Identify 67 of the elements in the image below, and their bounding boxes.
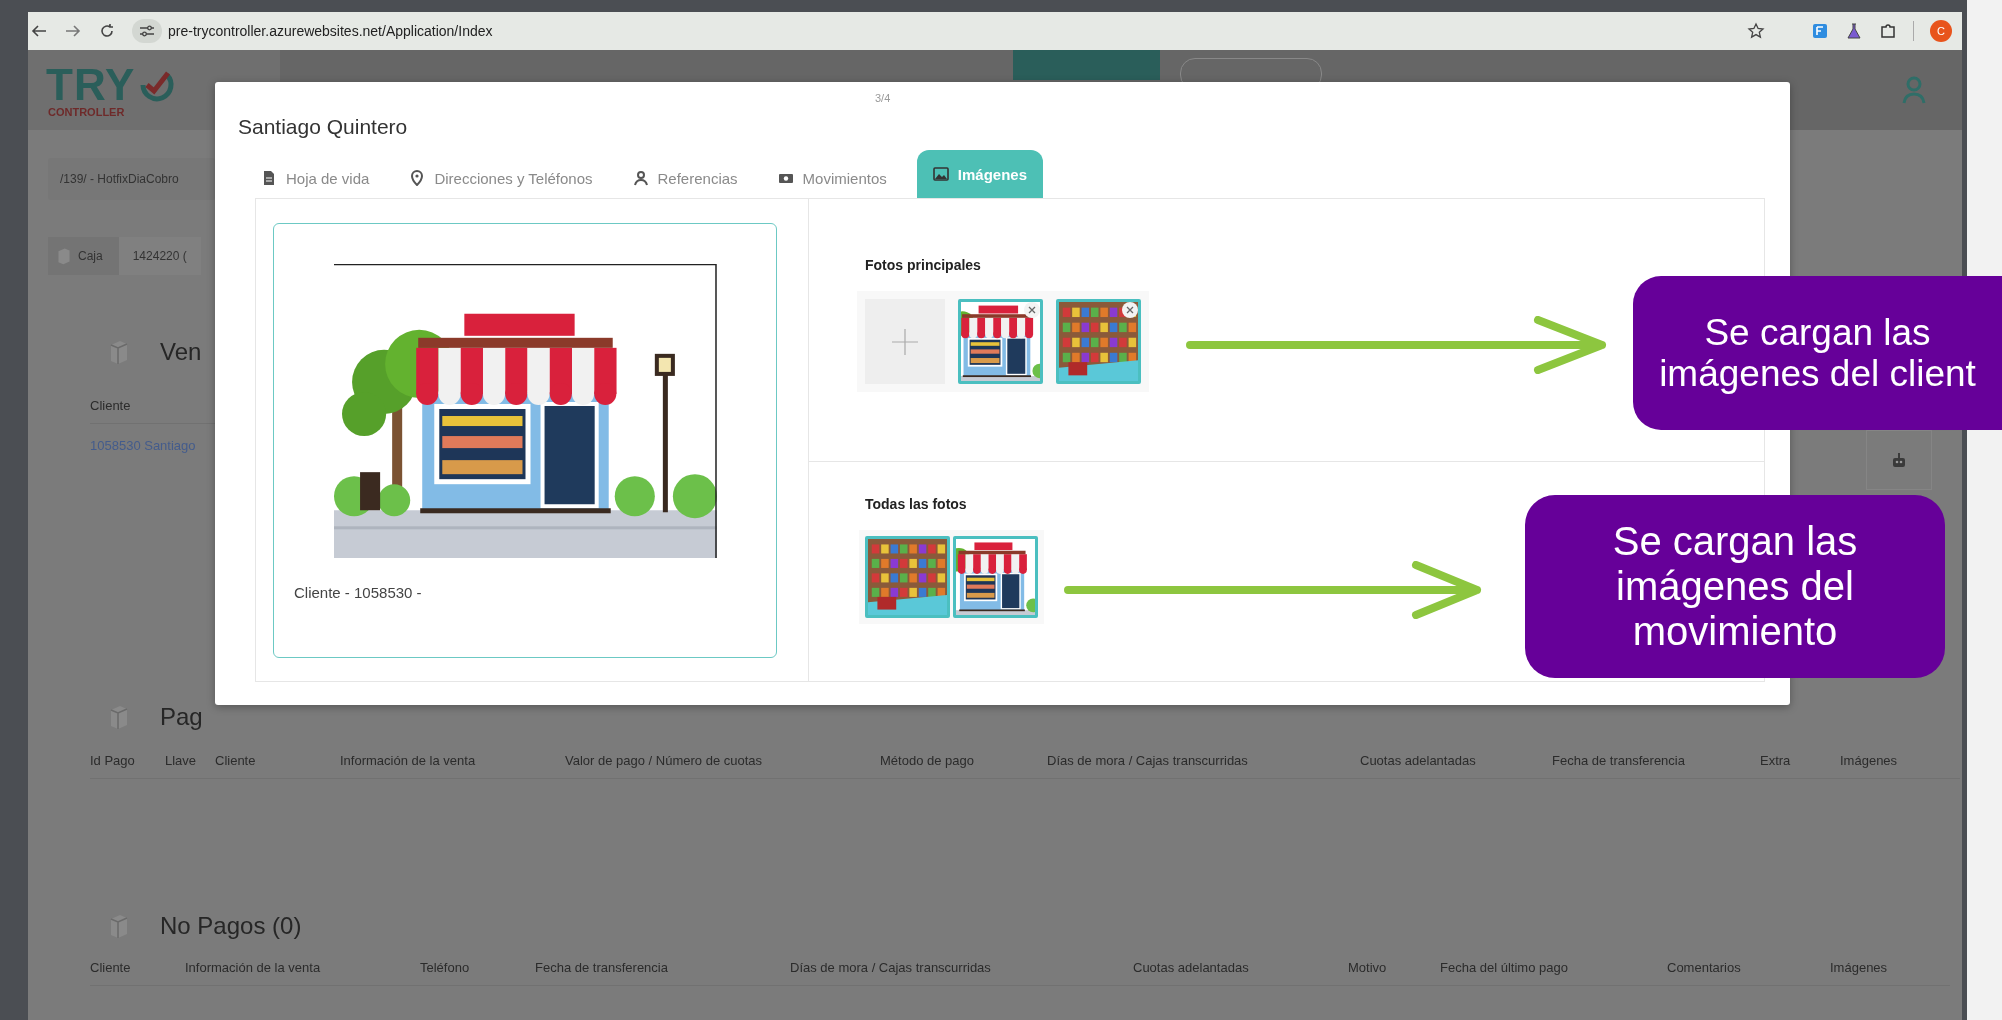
column-header: Extra bbox=[1760, 753, 1792, 768]
sliders-icon bbox=[139, 25, 155, 37]
robot-icon bbox=[1890, 451, 1908, 469]
section-title: No Pagos (0) bbox=[160, 912, 302, 940]
shelves-thumbnail[interactable] bbox=[865, 536, 950, 618]
box-value: 1424220 ( bbox=[118, 237, 201, 275]
section-label: Fotos principales bbox=[865, 257, 981, 273]
column-header: Cliente bbox=[90, 960, 132, 975]
close-icon[interactable] bbox=[1024, 302, 1040, 318]
column-header: Cuotas adelantadas bbox=[1360, 753, 1477, 768]
puzzle-icon[interactable] bbox=[1879, 22, 1897, 40]
extension-icon[interactable] bbox=[1811, 22, 1829, 40]
column-header: Días de mora / Cajas transcurridas bbox=[790, 960, 992, 975]
logo-wordmark: TRY bbox=[46, 62, 136, 107]
stack-icon bbox=[108, 339, 130, 365]
column-header: Valor de pago / Número de cuotas bbox=[565, 753, 764, 768]
image-caption: Cliente - 1058530 - bbox=[294, 584, 423, 601]
page-counter: 3/4 bbox=[875, 92, 891, 104]
logo-subtitle: CONTROLLER bbox=[48, 106, 126, 118]
stack-icon bbox=[108, 913, 130, 939]
column-header: Cliente bbox=[215, 753, 257, 768]
column-header: Fecha de transferencia bbox=[1552, 753, 1686, 768]
flask-icon[interactable] bbox=[1845, 22, 1863, 40]
tab[interactable]: Movimientos bbox=[767, 158, 897, 198]
document-icon bbox=[261, 170, 277, 186]
storefront-thumbnail[interactable] bbox=[953, 536, 1038, 618]
site-settings-button[interactable] bbox=[132, 19, 162, 43]
column-header: Cliente bbox=[90, 398, 132, 413]
plus-icon bbox=[890, 326, 920, 357]
column-header: Días de mora / Cajas transcurridas bbox=[1047, 753, 1249, 768]
robot-button[interactable] bbox=[1866, 430, 1932, 490]
address-bar[interactable]: pre-trycontroller.azurewebsites.net/Application/Index bbox=[168, 23, 493, 39]
section-title: Pag bbox=[160, 703, 203, 731]
column-header: Id Pago bbox=[90, 753, 136, 768]
dialog-title: Santiago Quintero bbox=[238, 115, 408, 140]
tab[interactable]: Imágenes bbox=[916, 150, 1043, 198]
column-header: Imágenes bbox=[1840, 753, 1899, 768]
breadcrumb: /139/ - HotfixDiaCobro bbox=[48, 158, 215, 200]
section-label: Todas las fotos bbox=[865, 496, 967, 512]
box-label-text: Caja bbox=[78, 249, 103, 263]
column-header: Cuotas adelantadas bbox=[1133, 960, 1250, 975]
tab[interactable]: Hoja de vida bbox=[251, 158, 380, 198]
tab[interactable]: Direcciones y Teléfonos bbox=[399, 158, 603, 198]
close-icon[interactable] bbox=[1122, 302, 1138, 318]
column-header: Información de la venta bbox=[340, 753, 477, 768]
star-icon[interactable] bbox=[1747, 22, 1765, 40]
image-icon bbox=[932, 166, 949, 182]
column-header: Motivo bbox=[1348, 960, 1388, 975]
profile-avatar[interactable]: C bbox=[1930, 20, 1952, 42]
reload-icon[interactable] bbox=[98, 22, 116, 40]
tab[interactable]: Referencias bbox=[622, 158, 748, 198]
column-header: Método de pago bbox=[880, 753, 975, 768]
section-title: Ven bbox=[160, 338, 202, 366]
column-header: Comentarios bbox=[1667, 960, 1742, 975]
storefront-thumbnail[interactable] bbox=[958, 299, 1043, 384]
callout: Se cargan las imágenes del movimiento bbox=[1525, 495, 1945, 678]
person-icon bbox=[632, 170, 649, 186]
callout: Se cargan las imágenes del client bbox=[1633, 276, 2002, 430]
column-header: Teléfono bbox=[420, 960, 471, 975]
column-header: Llave bbox=[165, 753, 198, 768]
stack-icon bbox=[108, 704, 130, 730]
column-header: Fecha de transferencia bbox=[535, 960, 669, 975]
shelves-thumbnail[interactable] bbox=[1056, 299, 1141, 384]
column-header: Imágenes bbox=[1830, 960, 1889, 975]
column-header: Información de la venta bbox=[185, 960, 322, 975]
location-pin-icon bbox=[409, 170, 426, 186]
column-header: Fecha del último pago bbox=[1440, 960, 1569, 975]
